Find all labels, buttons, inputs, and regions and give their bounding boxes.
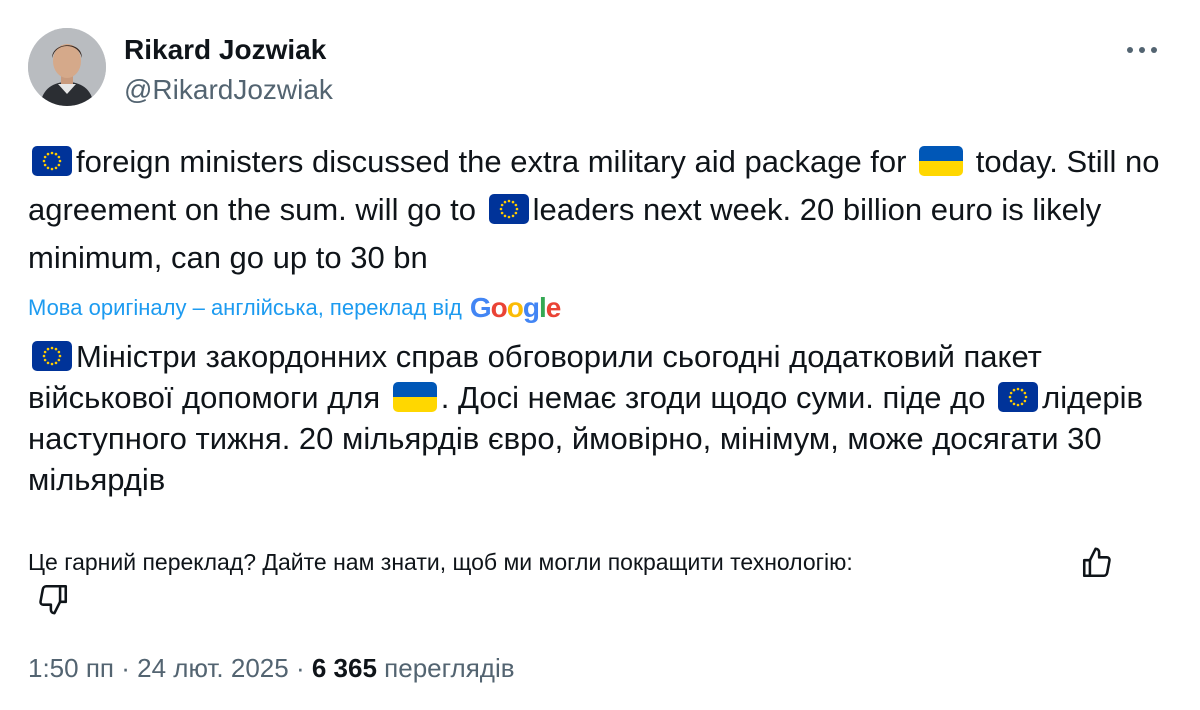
- thumbs-down-icon: [39, 584, 68, 615]
- translation-feedback-prompt: Це гарний переклад? Дайте нам знати, щоб…: [28, 549, 853, 575]
- views-label: переглядів: [384, 653, 515, 683]
- author-handle[interactable]: @RikardJozwiak: [124, 72, 333, 108]
- thumbs-down-button[interactable]: [36, 582, 70, 616]
- thumbs-up-icon: [1082, 547, 1111, 578]
- eu-flag-icon: [488, 194, 529, 224]
- thumbs-up-button[interactable]: [1080, 546, 1114, 580]
- tweet-original-text: foreign ministers discussed the extra mi…: [28, 138, 1178, 282]
- translation-notice-text: Мова оригіналу – англійська, переклад ві…: [28, 295, 462, 320]
- translated-text-part-2: . Досі немає згоди щодо суми. піде до: [440, 380, 986, 415]
- tweet-time[interactable]: 1:50 пп: [28, 653, 114, 683]
- eu-flag-icon: [998, 382, 1039, 412]
- eu-flag-icon: [32, 341, 72, 371]
- more-options-button[interactable]: [1120, 32, 1164, 68]
- meta-separator: ·: [121, 653, 130, 683]
- ukraine-flag-icon: [919, 146, 964, 176]
- more-horizontal-icon: [1127, 47, 1157, 53]
- translation-notice[interactable]: Мова оригіналу – англійська, переклад ві…: [28, 290, 561, 326]
- ukraine-flag-icon: [392, 382, 437, 412]
- tweet-date[interactable]: 24 лют. 2025: [137, 653, 289, 683]
- tweet-translated-text: Міністри закордонних справ обговорили сь…: [28, 336, 1178, 500]
- author-name[interactable]: Rikard Jozwiak: [124, 32, 326, 68]
- eu-flag-icon: [32, 146, 72, 176]
- meta-separator: ·: [295, 653, 305, 683]
- tweet-card: Rikard Jozwiak @RikardJozwiak foreign mi…: [0, 0, 1200, 710]
- original-text-part-1: foreign ministers discussed the extra mi…: [76, 144, 907, 179]
- tweet-meta: 1:50 пп · 24 лют. 2025 · 6 365 перегляді…: [28, 648, 515, 688]
- views-count: 6 365: [311, 653, 377, 683]
- google-logo: Google: [469, 292, 561, 323]
- avatar[interactable]: [28, 28, 106, 106]
